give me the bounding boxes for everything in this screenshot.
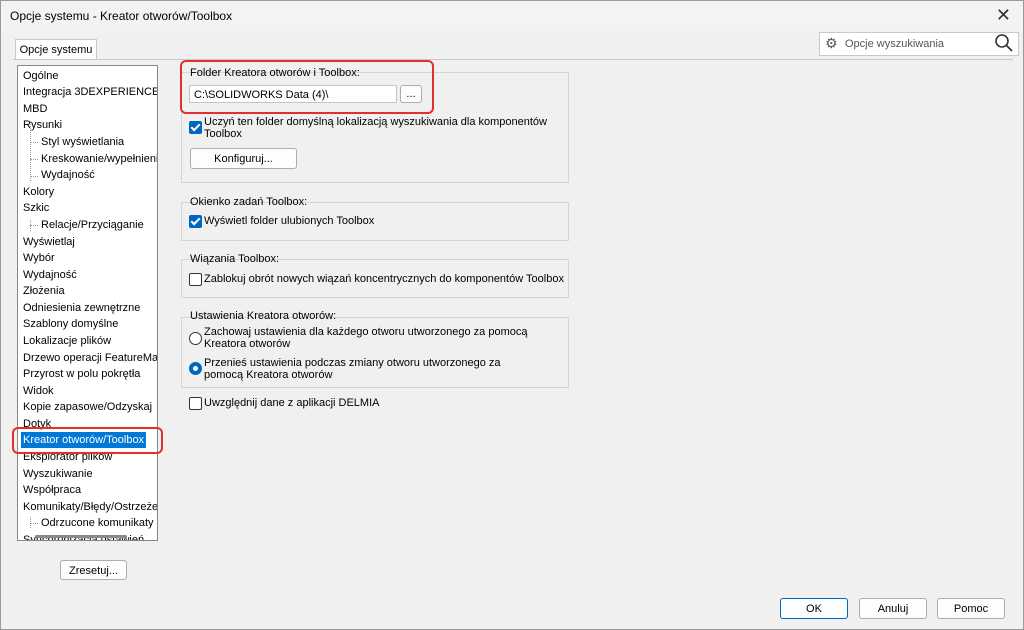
tree-item-file-locations[interactable]: Lokalizacje plików — [23, 333, 111, 349]
options-dialog: Opcje systemu - Kreator otworów/Toolbox … — [0, 0, 1024, 630]
window-title: Opcje systemu - Kreator otworów/Toolbox — [10, 9, 233, 23]
tree-item-sketch[interactable]: Szkic — [23, 200, 49, 216]
favorites-folder-checkbox[interactable] — [189, 215, 202, 228]
highlight-box-folder — [180, 60, 434, 114]
carry-settings-label: Przenieś ustawienia podczas zmiany otwor… — [204, 357, 501, 381]
tree-item-collaboration[interactable]: Współpraca — [23, 482, 81, 498]
favorites-folder-label: Wyświetl folder ulubionych Toolbox — [204, 215, 375, 227]
keep-settings-label: Zachowaj ustawienia dla każdego otworu u… — [204, 326, 528, 350]
tree-item-general[interactable]: Ogólne — [23, 68, 58, 84]
tree-item-selection[interactable]: Wybór — [23, 250, 55, 266]
delmia-label: Uwzględnij dane z aplikacji DELMIA — [204, 397, 380, 409]
delmia-checkbox[interactable] — [189, 397, 202, 410]
default-search-location-checkbox[interactable] — [189, 121, 202, 134]
tab-system-options[interactable]: Opcje systemu — [15, 39, 97, 60]
title-bar: Opcje systemu - Kreator otworów/Toolbox … — [1, 1, 1023, 31]
hole-wizard-group-label: Ustawienia Kreatora otworów: — [190, 310, 337, 322]
tree-item-messages-errors-warnings[interactable]: Komunikaty/Błędy/Ostrzeżenia — [23, 499, 157, 515]
tree-item-external-references[interactable]: Odniesienia zewnętrzne — [23, 300, 140, 316]
tree-item-hatch-fill[interactable]: Kreskowanie/wypełnienie — [41, 151, 157, 167]
tree-item-search[interactable]: Wyszukiwanie — [23, 466, 93, 482]
search-placeholder: Opcje wyszukiwania — [845, 38, 945, 50]
tree-item-mbd[interactable]: MBD — [23, 101, 47, 117]
tree-item-colors[interactable]: Kolory — [23, 184, 54, 200]
tree-item-relations-snaps[interactable]: Relacje/Przyciąganie — [41, 217, 144, 233]
configure-button[interactable]: Konfiguruj... — [190, 148, 297, 169]
ok-button[interactable]: OK — [780, 598, 848, 619]
carry-settings-radio[interactable] — [189, 362, 202, 375]
search-icon[interactable] — [994, 33, 1014, 53]
mates-group-label: Wiązania Toolbox: — [190, 253, 280, 265]
tree-item-backup-recover[interactable]: Kopie zapasowe/Odzyskaj — [23, 399, 152, 415]
tree-item-featuremanager[interactable]: Drzewo operacji FeatureManager — [23, 350, 157, 366]
gear-icon[interactable]: ⚙ — [825, 35, 838, 52]
close-icon[interactable]: ✕ — [996, 5, 1011, 26]
help-button[interactable]: Pomoc — [937, 598, 1005, 619]
tree-item-display[interactable]: Wyświetlaj — [23, 234, 75, 250]
taskpane-group-label: Okienko zadań Toolbox: — [190, 196, 308, 208]
tree-item-spin-box[interactable]: Przyrost w polu pokrętła — [23, 366, 140, 382]
reset-button[interactable]: Zresetuj... — [60, 560, 127, 580]
lock-concentric-checkbox[interactable] — [189, 273, 202, 286]
tree-item-3dexperience[interactable]: Integracja 3DEXPERIENCE — [23, 84, 157, 100]
scrollbar-thumb[interactable] — [35, 535, 127, 538]
tree-horizontal-scrollbar[interactable] — [17, 533, 156, 539]
tree-item-drawing-performance[interactable]: Wydajność — [41, 167, 95, 183]
tree-item-display-style[interactable]: Styl wyświetlania — [41, 134, 124, 150]
cancel-button[interactable]: Anuluj — [859, 598, 927, 619]
options-tree[interactable]: Ogólne Integracja 3DEXPERIENCE MBD Rysun… — [17, 65, 158, 541]
lock-concentric-label: Zablokuj obrót nowych wiązań koncentrycz… — [204, 273, 564, 285]
tree-item-default-templates[interactable]: Szablony domyślne — [23, 316, 118, 332]
tree-item-drawings[interactable]: Rysunki — [23, 117, 62, 133]
tree-item-performance[interactable]: Wydajność — [23, 267, 77, 283]
search-options-input[interactable]: ⚙ Opcje wyszukiwania — [819, 32, 1019, 56]
default-search-location-label: Uczyń ten folder domyślną lokalizacją wy… — [204, 116, 547, 140]
tree-item-assemblies[interactable]: Złożenia — [23, 283, 65, 299]
keep-settings-radio[interactable] — [189, 332, 202, 345]
tree-item-view[interactable]: Widok — [23, 383, 54, 399]
tree-item-dismissed-messages[interactable]: Odrzucone komunikaty — [41, 515, 154, 531]
highlight-box-tree — [12, 427, 163, 454]
